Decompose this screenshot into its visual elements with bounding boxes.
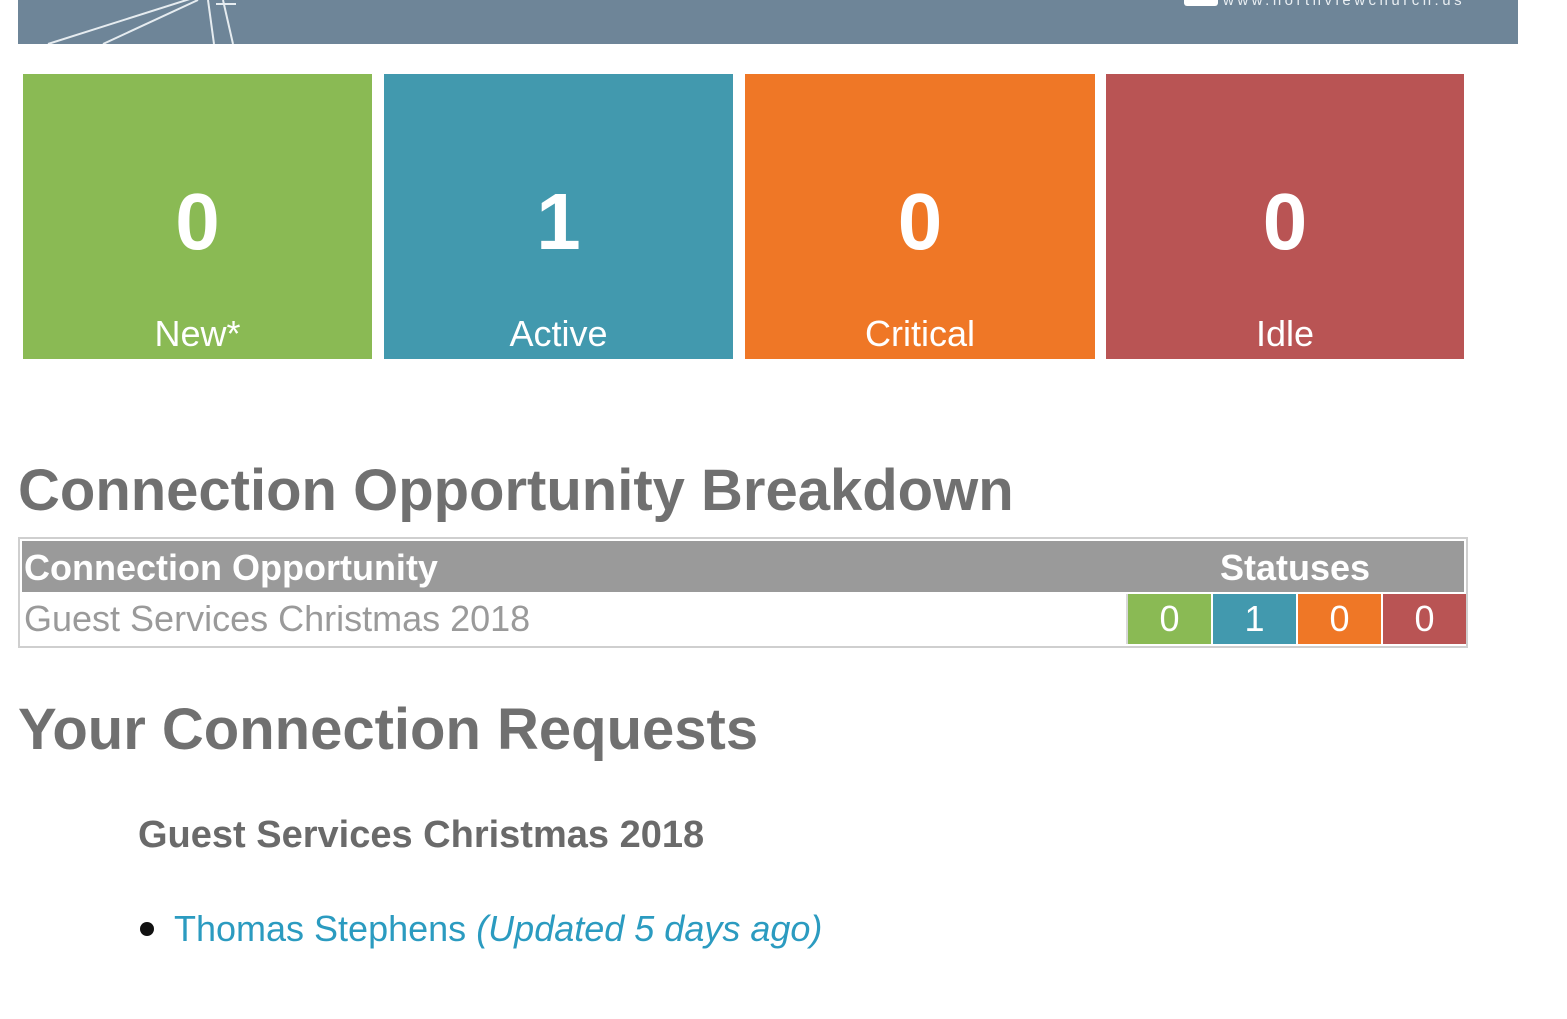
column-header-statuses: Statuses	[1220, 547, 1371, 588]
requests-heading: Your Connection Requests	[18, 697, 759, 762]
tile-count: 0	[897, 177, 943, 266]
table-row[interactable]: Guest Services Christmas 2018 0 1 0 0	[22, 594, 1466, 644]
tile-label: New*	[154, 313, 241, 354]
tile-new[interactable]: 0 New*	[23, 74, 372, 359]
tile-idle[interactable]: 0 Idle	[1106, 74, 1464, 359]
status-active-count[interactable]: 1	[1213, 594, 1296, 644]
bullet-icon	[140, 922, 154, 937]
church-logo-graphic	[47, 0, 236, 44]
column-header-opportunity: Connection Opportunity	[24, 547, 438, 588]
opportunity-name[interactable]: Guest Services Christmas 2018	[24, 598, 530, 640]
tile-label: Active	[509, 313, 608, 354]
tile-critical[interactable]: 0 Critical	[745, 74, 1095, 359]
request-updated-text: (Updated 5 days ago)	[476, 908, 823, 949]
tile-count: 1	[536, 177, 581, 266]
tile-label: Critical	[864, 313, 975, 354]
church-url: www.northviewchurch.us	[1223, 0, 1466, 9]
status-critical-count[interactable]: 0	[1298, 594, 1381, 644]
breakdown-table: Connection Opportunity Statuses Guest Se…	[18, 537, 1468, 648]
status-idle-count[interactable]: 0	[1383, 594, 1466, 644]
tile-count: 0	[1262, 177, 1308, 266]
tile-label: Idle	[1255, 313, 1315, 354]
table-header: Connection Opportunity Statuses	[22, 541, 1464, 592]
request-group-title: Guest Services Christmas 2018	[138, 814, 705, 856]
tile-count: 0	[175, 177, 220, 266]
status-new-count[interactable]: 0	[1128, 594, 1211, 644]
request-person-link[interactable]: Thomas Stephens	[174, 908, 466, 949]
tile-active[interactable]: 1 Active	[384, 74, 733, 359]
list-item: Thomas Stephens (Updated 5 days ago)	[140, 908, 822, 950]
header-banner: www.northviewchurch.us	[18, 0, 1518, 44]
logo-mark	[1184, 0, 1218, 6]
breakdown-heading: Connection Opportunity Breakdown	[18, 458, 1014, 523]
